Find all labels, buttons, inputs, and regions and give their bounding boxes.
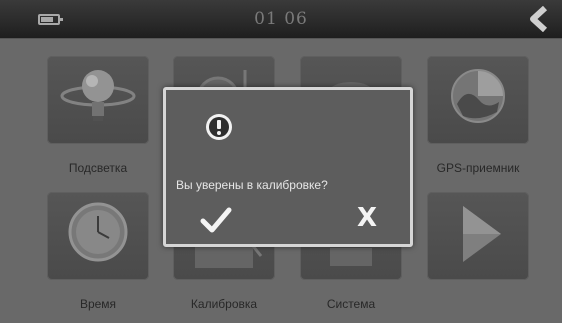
cancel-button[interactable]: X xyxy=(353,202,381,234)
warning-icon xyxy=(206,114,232,140)
status-bar: 01 06 xyxy=(0,0,562,39)
dialog-message: Вы уверены в калибровке? xyxy=(176,178,328,192)
calibration-confirm-dialog: Вы уверены в калибровке? X xyxy=(163,87,413,247)
back-chevron-icon[interactable] xyxy=(526,6,552,32)
clock-time: 01 06 xyxy=(254,9,308,29)
checkmark-icon[interactable] xyxy=(200,206,232,234)
